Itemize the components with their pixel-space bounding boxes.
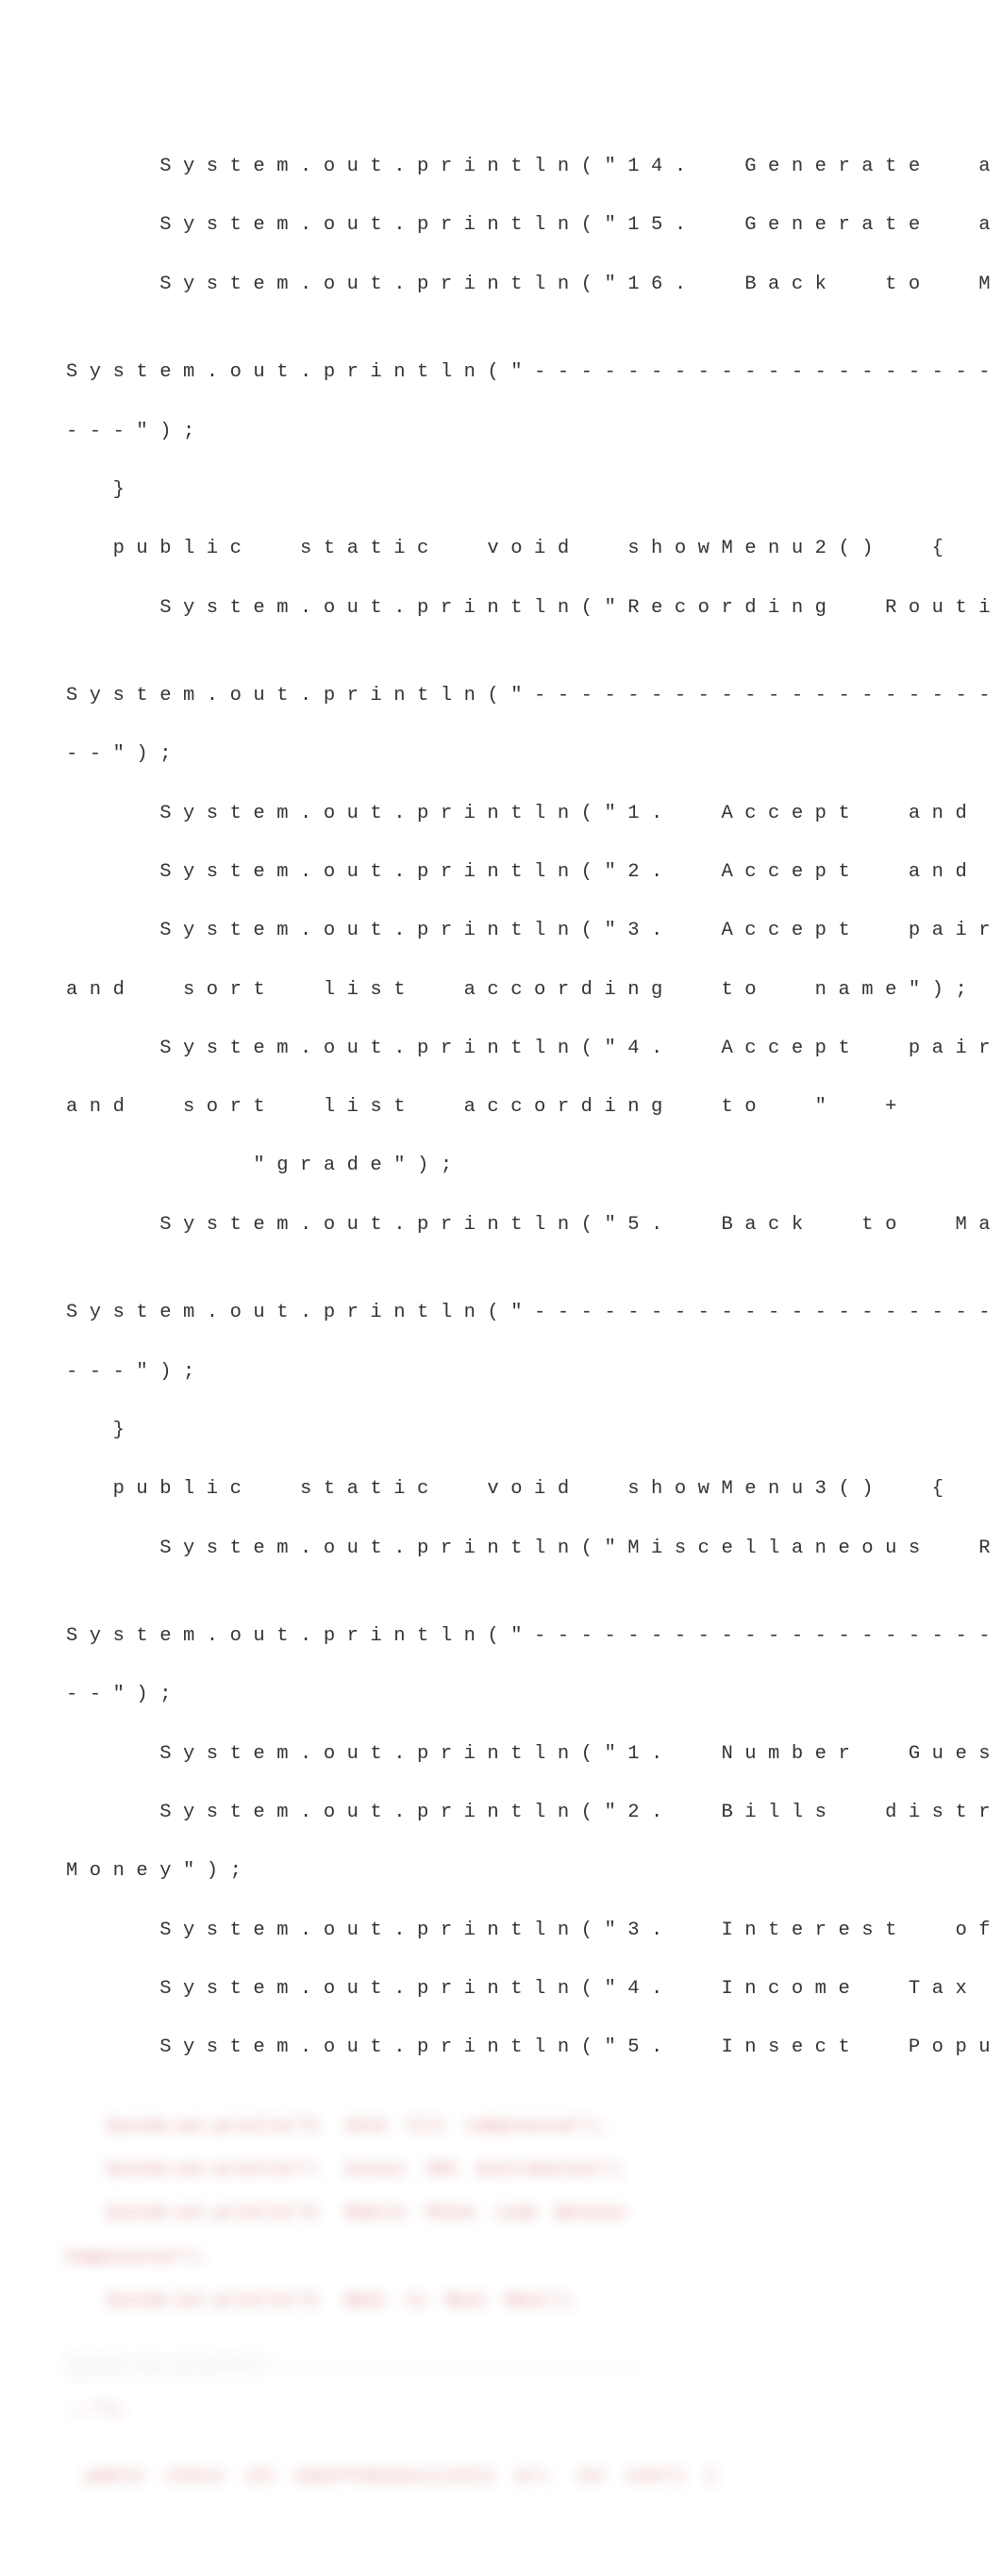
blurred-line: System.out.println("9. Back to Main Menu… [66, 2290, 936, 2312]
code-line: ---"); [66, 1357, 936, 1387]
code-page: System.out.println("14. Generate a Fibon… [0, 0, 1002, 2576]
code-line: ---"); [66, 417, 936, 446]
code-line: System.out.println("16. Back to Main Men [66, 270, 936, 299]
code-line: } [66, 475, 936, 505]
code-line: public static void showMenu2() { [66, 534, 936, 563]
code-line: System.out.println("1. Number Guessing G [66, 1739, 936, 1769]
blurred-line: System.out.println("6. Hold Tilt computa… [66, 2116, 936, 2137]
code-line: System.out.println("5. Insect Population [66, 2033, 936, 2062]
blurred-line: Computaiton"); [66, 2247, 936, 2269]
code-line: System.out.println("--------------------… [66, 681, 936, 710]
code-line: System.out.println("2. Bills distributio [66, 1798, 936, 1827]
code-line: System.out.println("4. Income Tax Comput [66, 1974, 936, 2003]
blurred-hidden-code: System.out.println("6. Hold Tilt computa… [66, 2093, 936, 2509]
code-line: System.out.println("Recording Routine Su [66, 593, 936, 623]
code-line: System.out.println("--------------------… [66, 1621, 936, 1651]
blurred-line: System.out.println("8. Mobile Phone Load… [66, 2202, 936, 2224]
code-line: System.out.println("3. Accept pairs of n [66, 916, 936, 945]
blurred-line: System.out.println("--------------------… [66, 2356, 936, 2378]
code-line: System.out.println("--------------------… [66, 357, 936, 387]
code-line: --"); [66, 740, 936, 769]
code-line: System.out.println("2. Accept and sort l [66, 857, 936, 887]
blurred-line: ---"); [66, 2400, 936, 2421]
code-line: --"); [66, 1680, 936, 1709]
blurred-line: System.out.println("7. Excess 200 distru… [66, 2159, 936, 2181]
blurred-line: public static int askorFibonacci(int[] a… [66, 2466, 936, 2487]
code-line: and sort list according to name"); [66, 975, 936, 1005]
code-line: System.out.println("15. Generate a Pasca [66, 210, 936, 240]
code-line: public static void showMenu3() { [66, 1474, 936, 1504]
code-line: System.out.println("1. Accept and sort l [66, 799, 936, 828]
code-line: System.out.println("4. Accept pairs of n [66, 1034, 936, 1063]
code-line: "grade"); [66, 1151, 936, 1180]
code-line: } [66, 1416, 936, 1445]
code-line: System.out.println("5. Back to Main Menu [66, 1210, 936, 1239]
code-line: System.out.println("3. Interest of Money [66, 1916, 936, 1945]
code-line: System.out.println("--------------------… [66, 1298, 936, 1327]
code-line: System.out.println("14. Generate a Fibon [66, 152, 936, 181]
code-line: Money"); [66, 1856, 936, 1886]
code-line: System.out.println("Miscellaneous Routin [66, 1534, 936, 1563]
code-line: and sort list according to " + [66, 1092, 936, 1122]
